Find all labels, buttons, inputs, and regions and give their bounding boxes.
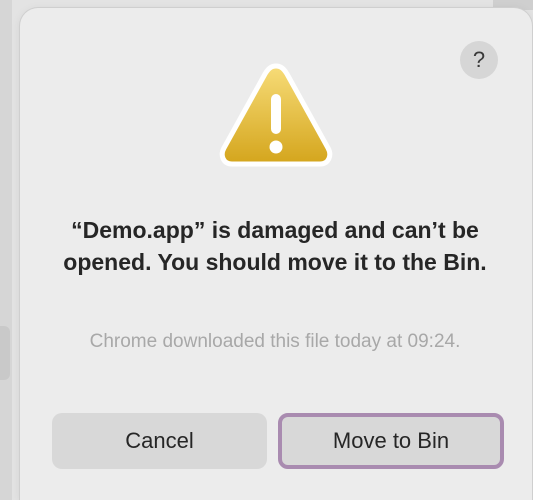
background-window-edge bbox=[0, 0, 12, 500]
background-window-tab bbox=[0, 326, 10, 380]
move-to-bin-button[interactable]: Move to Bin bbox=[278, 413, 504, 469]
cancel-button[interactable]: Cancel bbox=[52, 413, 267, 469]
alert-title: “Demo.app” is damaged and can’t be opene… bbox=[63, 217, 487, 275]
help-button[interactable]: ? bbox=[460, 41, 498, 79]
warning-triangle-icon bbox=[219, 63, 333, 167]
alert-dialog: ? “Demo.app” is damaged and can’t be ope… bbox=[20, 8, 532, 500]
alert-message: Chrome downloaded this file today at 09:… bbox=[89, 331, 461, 352]
